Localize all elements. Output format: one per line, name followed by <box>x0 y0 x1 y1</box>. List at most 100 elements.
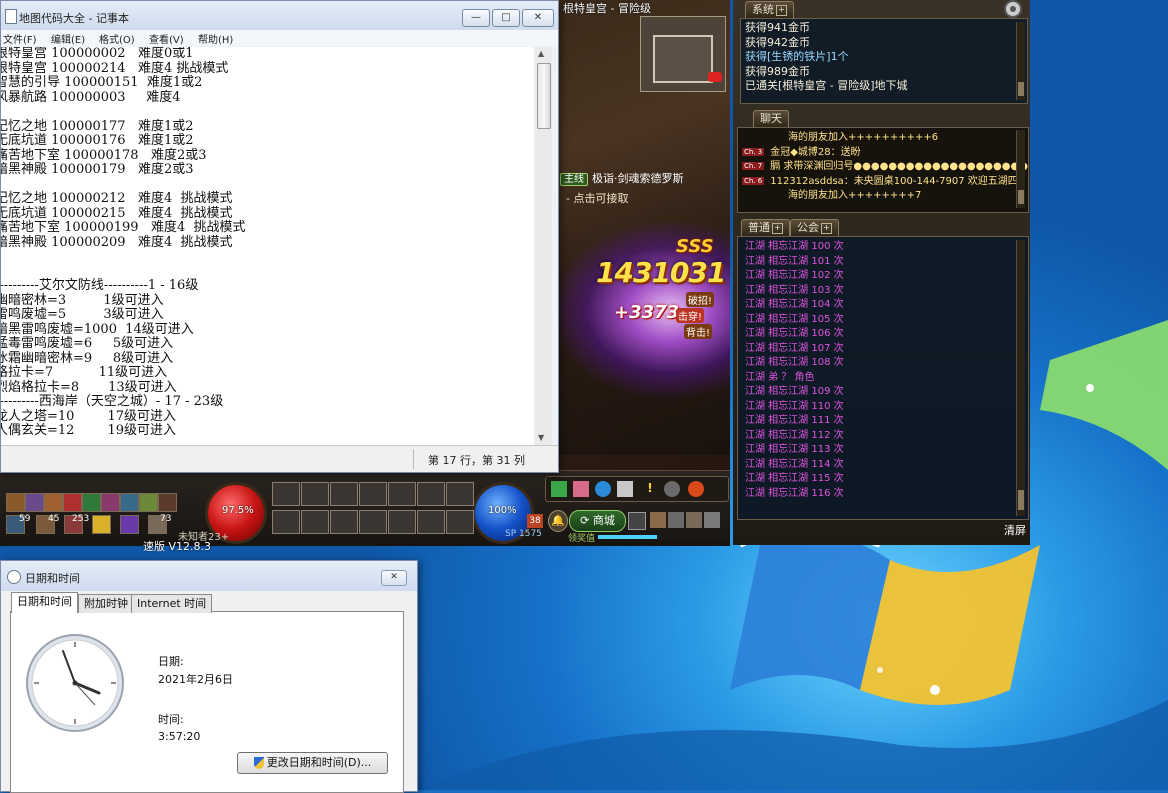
normal-lines: 江湖 相忘江湖 100 次江湖 相忘江湖 101 次江湖 相忘江湖 102 次江… <box>738 237 1028 499</box>
tab-additional-clocks[interactable]: 附加时钟 <box>78 594 134 613</box>
mail-icon[interactable] <box>668 512 684 528</box>
scroll-thumb[interactable] <box>1018 190 1024 204</box>
tab-normal-label: 普通 <box>748 221 770 234</box>
change-datetime-button[interactable]: 更改日期和时间(D)... <box>237 752 388 774</box>
close-button[interactable]: ✕ <box>381 570 407 586</box>
system-scrollbar[interactable] <box>1016 22 1025 100</box>
chat-message: Ch. 7 膈 求带深渊回归号●●●●●●●●●●●●●●●●●●●●● <box>738 157 1028 172</box>
skill-slot[interactable] <box>301 482 329 506</box>
channel-tag: Ch. 7 <box>742 162 765 170</box>
cursor-position: 第 17 行，第 31 列 <box>428 454 525 467</box>
skill-slot[interactable] <box>330 482 358 506</box>
text-line: ----------艾尔文防线----------1 - 16级 <box>1 278 199 293</box>
item-slot[interactable] <box>120 515 139 534</box>
alert-icon[interactable]: ! <box>642 481 658 497</box>
quest-name: 极诣·剑魂索德罗斯 <box>592 172 684 185</box>
item-slot[interactable] <box>44 493 63 512</box>
menu-format[interactable]: 格式(O) <box>99 31 135 46</box>
item-slot[interactable] <box>139 493 158 512</box>
item-count: 45 <box>48 514 60 524</box>
plus-icon[interactable]: + <box>772 222 783 234</box>
chat-text: 海的朋友加入++++++++7 <box>788 190 922 201</box>
plus-icon[interactable]: + <box>776 4 787 16</box>
hammer-icon[interactable] <box>704 512 720 528</box>
quest-hint[interactable]: - 点击可接取 <box>566 190 628 206</box>
normal-message: 江湖 相忘江湖 104 次 <box>745 299 844 310</box>
quest-tracker[interactable]: 主线 极诣·剑魂索德罗斯 <box>560 170 684 186</box>
grid-icon[interactable] <box>628 512 646 530</box>
close-button[interactable]: ✕ <box>522 9 554 27</box>
bell-icon[interactable]: 🔔 <box>548 510 568 532</box>
menu-file[interactable]: 文件(F) <box>3 31 37 46</box>
shop-button[interactable]: ⟳ 商城 <box>569 510 626 532</box>
notepad-scrollbar[interactable]: ▲ ▼ <box>535 47 552 445</box>
menu-edit[interactable]: 编辑(E) <box>51 31 85 46</box>
normal-message: 江湖 相忘江湖 113 次 <box>745 444 844 455</box>
normal-message: 江湖 相忘江湖 110 次 <box>745 400 844 412</box>
skill-slot[interactable] <box>301 510 329 534</box>
text-line: 无底坑道 100000215 难度4 挑战模式 <box>1 205 233 221</box>
chat-scrollbar[interactable] <box>1016 130 1025 208</box>
plus-icon[interactable]: + <box>821 222 832 234</box>
quest-tag: 主线 <box>560 173 588 186</box>
normal-message: 江湖 相忘江湖 107 次 <box>745 342 844 354</box>
dungeon-title: 根特皇宫 - 冒险级 <box>563 2 651 15</box>
gear-icon[interactable] <box>1004 0 1022 18</box>
channel-tag: Ch. 3 <box>742 147 765 156</box>
item-slot[interactable] <box>25 493 44 512</box>
scroll-down-icon[interactable]: ▼ <box>538 433 544 442</box>
item-slot[interactable] <box>120 493 139 512</box>
tab-chat[interactable]: 聊天 <box>753 110 789 127</box>
character-icon[interactable] <box>573 481 589 497</box>
chat-message-box[interactable]: 海的朋友加入++++++++++6 Ch. 3 金冠◆城博28：送盼 Ch. 7 膈 求… <box>737 127 1029 213</box>
figure-icon[interactable] <box>650 512 666 528</box>
notepad-text-area[interactable]: 根特皇宫 100000002 难度0或1 根特皇宫 100000214 难度4 挑… <box>1 47 534 445</box>
skill-slot[interactable] <box>359 510 387 534</box>
scroll-thumb[interactable] <box>1018 82 1024 96</box>
skill-slot[interactable] <box>388 510 416 534</box>
tab-normal[interactable]: 普通 + <box>741 219 790 236</box>
text-line: 雷鸣废墟=5 3级可进入 <box>1 307 164 322</box>
text-line <box>1 265 534 280</box>
item-slot[interactable] <box>92 515 111 534</box>
moon-icon[interactable] <box>664 481 680 497</box>
minimap-room <box>653 35 713 83</box>
system-message-box[interactable]: 获得941金币 获得942金币 获得[生锈的铁片]1个 获得989金币 已通关[根特皇宫… <box>740 18 1028 104</box>
tab-internet-time[interactable]: Internet 时间 <box>131 594 213 613</box>
maximize-button[interactable]: □ <box>492 9 520 27</box>
normal-scrollbar[interactable] <box>1016 240 1025 516</box>
chat-text: 112312asddsa：未央圆桌100-144-7907 欢迎五湖四 <box>770 175 1018 187</box>
skill-slot[interactable] <box>446 510 474 534</box>
skill-slot[interactable] <box>359 482 387 506</box>
menu-view[interactable]: 查看(V) <box>149 31 184 46</box>
scroll-thumb[interactable] <box>1018 490 1024 510</box>
normal-message-box[interactable]: 江湖 相忘江湖 100 次江湖 相忘江湖 101 次江湖 相忘江湖 102 次江… <box>737 236 1029 520</box>
skill-slot[interactable] <box>417 510 445 534</box>
item-slot[interactable] <box>101 493 120 512</box>
notepad-titlebar[interactable]: 地图代码大全 - 记事本 — □ ✕ <box>1 1 558 30</box>
scroll-up-icon[interactable]: ▲ <box>538 49 544 58</box>
datetime-titlebar[interactable]: 日期和时间 ✕ <box>1 561 417 591</box>
skill-slot[interactable] <box>446 482 474 506</box>
item-slot[interactable] <box>6 493 25 512</box>
scroll-thumb[interactable] <box>537 63 551 129</box>
skill-slot[interactable] <box>417 482 445 506</box>
no-entry-icon[interactable] <box>688 481 704 497</box>
menu-help[interactable]: 帮助(H) <box>198 31 233 46</box>
clear-screen-button[interactable]: 清屏 <box>1004 522 1026 538</box>
sword-icon[interactable] <box>686 512 702 528</box>
item-slot[interactable] <box>63 493 82 512</box>
skill-slot[interactable] <box>330 510 358 534</box>
item-slot[interactable] <box>82 493 101 512</box>
tab-guild[interactable]: 公会 + <box>790 219 839 236</box>
minimize-button[interactable]: — <box>462 9 490 27</box>
item-slot[interactable] <box>158 493 177 512</box>
quest-icon[interactable] <box>551 481 567 497</box>
avatar-icon[interactable] <box>617 481 633 497</box>
tab-system[interactable]: 系统 + <box>745 1 794 18</box>
skill-slot[interactable] <box>272 482 300 506</box>
skill-slot[interactable] <box>272 510 300 534</box>
tab-date-time[interactable]: 日期和时间 <box>11 592 78 613</box>
info-icon[interactable] <box>595 481 611 497</box>
skill-slot[interactable] <box>388 482 416 506</box>
